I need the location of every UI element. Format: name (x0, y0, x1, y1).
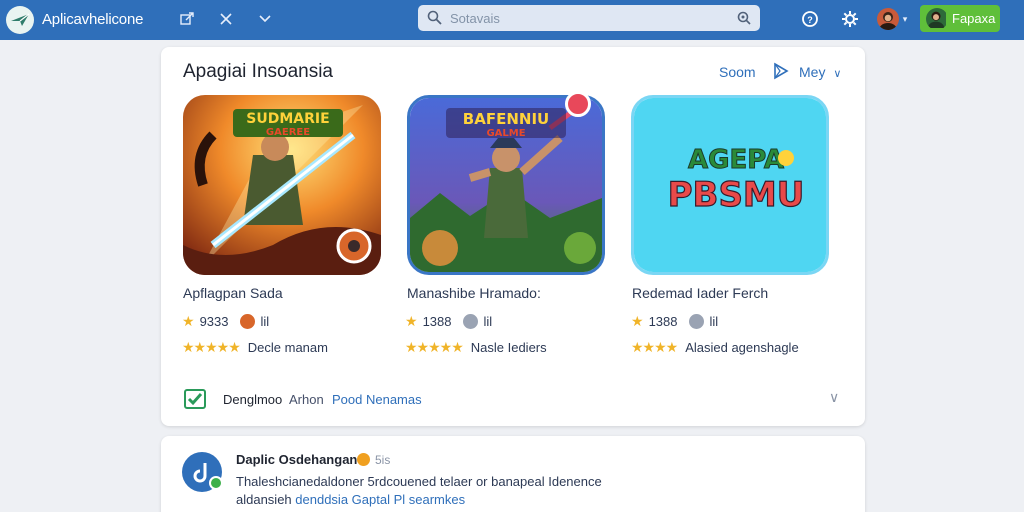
star-rating-icon: ★★★★★ (182, 339, 241, 355)
app-title: Aplicavhelicone (42, 11, 144, 28)
tile-1-art-subtitle: GAEREE (266, 127, 310, 138)
app-stars-2: ★★★★★ Nasle Iediers (405, 339, 547, 356)
post-count: 5is (375, 453, 391, 467)
footer-label-grey: Arhon (289, 392, 324, 407)
settings-gear-icon[interactable] (840, 9, 860, 29)
app-name-2[interactable]: Manashibe Hramado: (407, 285, 541, 301)
external-link-icon[interactable] (177, 9, 197, 29)
post-text-plain: aldansieh (236, 492, 292, 507)
category-dot-icon (689, 314, 705, 329)
app-rating-1: 9333 (199, 314, 229, 329)
star-rating-icon: ★★★★ (631, 339, 678, 355)
app-tile-3[interactable]: AGEPA PBSMU (631, 95, 829, 275)
app-logo-icon[interactable] (6, 6, 34, 34)
app-tile-2[interactable]: BAFENNIU GALME (407, 95, 605, 275)
tile-2-badge-icon (565, 91, 591, 117)
app-name-3[interactable]: Redemad Iader Ferch (632, 285, 768, 301)
app-rating-3: 1388 (648, 314, 678, 329)
app-meta-value-3: lil (709, 314, 719, 329)
post-author[interactable]: Daplic Osdehangan (236, 452, 357, 467)
app-meta-value-1: lil (260, 314, 270, 329)
app-tagline-3: Alasied agenshagle (685, 340, 799, 355)
button-avatar (926, 8, 948, 30)
app-rating-2: 1388 (422, 314, 452, 329)
svg-text:?: ? (807, 15, 813, 25)
expand-chevron-icon[interactable]: ∨ (829, 389, 839, 406)
tile-2-art-subtitle: GALME (486, 128, 525, 139)
app-tagline-1: Decle manam (247, 340, 328, 355)
app-stars-1: ★★★★★ Decle manam (182, 339, 328, 356)
tile-1-art-title: SUDMARIE (246, 111, 329, 127)
star-rating-icon: ★★★★★ (405, 339, 464, 355)
rating-star-icon: ★ (405, 313, 418, 329)
chevron-down-icon[interactable] (255, 9, 275, 29)
post-card: Daplic Osdehangan 5is Thaleshcianedaldon… (161, 436, 865, 512)
rating-star-icon: ★ (631, 313, 644, 329)
view-chevron-down-icon: ∨ (833, 68, 842, 80)
camera-search-icon[interactable] (736, 10, 751, 30)
checkbox-checked[interactable] (184, 389, 206, 409)
post-text-line2: aldansieh denddsia Gaptal Pl searmkes (236, 492, 465, 507)
top-bar: Aplicavhelicone ? ▾ Fapaxa (0, 0, 1024, 40)
search-icon (427, 10, 442, 30)
category-dot-icon (240, 314, 256, 329)
tile-2-art-title: BAFENNIU (463, 110, 549, 128)
primary-action-button[interactable]: Fapaxa (920, 5, 1000, 32)
help-icon[interactable]: ? (800, 9, 820, 29)
tile-3-art-subtitle: PBSMU (668, 175, 805, 215)
card-footer: Denglmoo Arhon Pood Nenamas ∨ (161, 373, 865, 426)
search-bar[interactable] (418, 5, 760, 31)
user-avatar[interactable] (877, 8, 899, 30)
section-title: Apagiai Insoansia (183, 61, 333, 82)
app-meta-1: ★ 9333 lil (182, 313, 269, 330)
app-name-1[interactable]: Apflagpan Sada (183, 285, 283, 301)
avatar-menu-chevron-icon[interactable]: ▾ (899, 9, 911, 29)
app-stars-3: ★★★★ Alasied agenshagle (631, 339, 799, 356)
online-badge-icon (209, 476, 223, 490)
search-input[interactable] (450, 10, 720, 26)
view-dropdown-label: Mey (799, 64, 826, 80)
footer-link[interactable]: Pood Nenamas (332, 392, 422, 407)
close-icon[interactable] (216, 9, 236, 29)
section-link[interactable]: Soom (719, 64, 756, 80)
footer-label-bold: Denglmoo (223, 392, 283, 407)
post-text-link[interactable]: denddsia Gaptal Pl searmkes (295, 492, 465, 507)
app-meta-value-2: lil (483, 314, 493, 329)
app-meta-2: ★ 1388 lil (405, 313, 492, 330)
app-tagline-2: Nasle Iediers (470, 340, 547, 355)
tile-3-art-title: AGEPA (688, 145, 784, 175)
post-text-line1: Thaleshcianedaldoner 5rdcouened telaer o… (236, 474, 602, 489)
rating-star-icon: ★ (182, 313, 195, 329)
view-dropdown[interactable]: Mey ∨ (799, 64, 841, 80)
coin-icon (357, 453, 370, 466)
category-dot-icon (463, 314, 479, 329)
app-tile-1[interactable]: SUDMARIE GAEREE (183, 95, 381, 275)
play-icon[interactable] (773, 62, 789, 80)
primary-action-label: Fapaxa (952, 11, 996, 26)
apps-card: Apagiai Insoansia Soom Mey ∨ SUDMARIE GA… (161, 47, 865, 426)
app-meta-3: ★ 1388 lil (631, 313, 718, 330)
